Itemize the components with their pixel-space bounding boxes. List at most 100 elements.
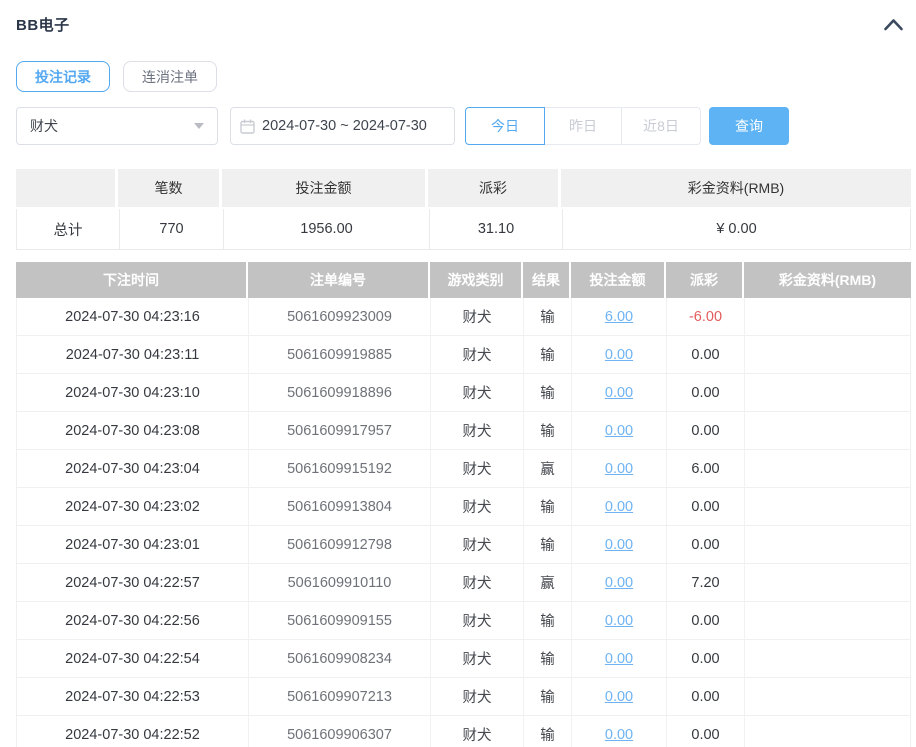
range-today-button[interactable]: 今日 xyxy=(465,107,545,145)
summary-total-bet-amount: 1956.00 xyxy=(223,209,429,249)
bet-amount-link[interactable]: 0.00 xyxy=(605,499,633,515)
table-row: 2024-07-30 04:22:56 5061609909155 财犬 输 0… xyxy=(17,602,910,640)
chevron-up-icon xyxy=(883,19,904,34)
bet-amount-link[interactable]: 0.00 xyxy=(605,613,633,629)
bet-amount-link[interactable]: 0.00 xyxy=(605,347,633,363)
bet-amount-cell: 0.00 xyxy=(571,526,666,563)
bet-time-cell: 2024-07-30 04:22:53 xyxy=(17,678,248,715)
result-cell: 输 xyxy=(523,488,571,525)
result-cell: 输 xyxy=(523,678,571,715)
payout-cell: 0.00 xyxy=(666,336,744,373)
game-type-cell: 财犬 xyxy=(430,336,523,373)
order-id-cell: 5061609918896 xyxy=(248,374,430,411)
bet-amount-cell: 0.00 xyxy=(571,640,666,677)
result-cell: 输 xyxy=(523,298,571,335)
table-row: 2024-07-30 04:22:57 5061609910110 财犬 赢 0… xyxy=(17,564,910,602)
order-id-cell: 5061609907213 xyxy=(248,678,430,715)
bonus-cell xyxy=(744,488,910,525)
game-type-cell: 财犬 xyxy=(430,564,523,601)
bet-records-panel: BB电子 投注记录 连消注单 财犬 xyxy=(0,0,916,747)
game-select[interactable]: 财犬 xyxy=(16,107,218,145)
bet-amount-cell: 0.00 xyxy=(571,678,666,715)
payout-cell: 6.00 xyxy=(666,450,744,487)
tab-bet-records[interactable]: 投注记录 xyxy=(16,61,110,92)
summary-total-payout: 31.10 xyxy=(429,209,562,249)
col-bonus: 彩金资料(RMB) xyxy=(744,262,911,298)
game-select-value: 财犬 xyxy=(30,116,58,136)
bet-amount-cell: 0.00 xyxy=(571,488,666,525)
payout-cell: 0.00 xyxy=(666,640,744,677)
bonus-cell xyxy=(744,450,910,487)
bonus-cell xyxy=(744,716,910,747)
bet-amount-cell: 0.00 xyxy=(571,336,666,373)
panel-title: BB电子 xyxy=(16,14,70,35)
bet-amount-cell: 0.00 xyxy=(571,374,666,411)
game-type-cell: 财犬 xyxy=(430,412,523,449)
col-result: 结果 xyxy=(523,262,571,298)
game-type-cell: 财犬 xyxy=(430,488,523,525)
bet-amount-link[interactable]: 0.00 xyxy=(605,575,633,591)
bet-time-cell: 2024-07-30 04:23:02 xyxy=(17,488,248,525)
bet-time-cell: 2024-07-30 04:23:11 xyxy=(17,336,248,373)
bet-amount-link[interactable]: 0.00 xyxy=(605,461,633,477)
bet-table-header: 下注时间 注单编号 游戏类别 结果 投注金额 派彩 彩金资料(RMB) xyxy=(16,262,911,298)
tab-cancelled-orders[interactable]: 连消注单 xyxy=(123,61,217,92)
bet-amount-cell: 0.00 xyxy=(571,564,666,601)
table-row: 2024-07-30 04:23:04 5061609915192 财犬 赢 0… xyxy=(17,450,910,488)
table-row: 2024-07-30 04:23:11 5061609919885 财犬 输 0… xyxy=(17,336,910,374)
bet-time-cell: 2024-07-30 04:22:57 xyxy=(17,564,248,601)
payout-cell: 0.00 xyxy=(666,374,744,411)
payout-cell: -6.00 xyxy=(666,298,744,335)
bonus-cell xyxy=(744,564,910,601)
bet-amount-link[interactable]: 0.00 xyxy=(605,727,633,743)
bet-amount-link[interactable]: 0.00 xyxy=(605,651,633,667)
bonus-cell xyxy=(744,298,910,335)
result-cell: 输 xyxy=(523,716,571,747)
payout-cell: 7.20 xyxy=(666,564,744,601)
table-row: 2024-07-30 04:23:02 5061609913804 财犬 输 0… xyxy=(17,488,910,526)
result-cell: 赢 xyxy=(523,564,571,601)
table-row: 2024-07-30 04:23:01 5061609912798 财犬 输 0… xyxy=(17,526,910,564)
payout-cell: 0.00 xyxy=(666,488,744,525)
range-yesterday-button[interactable]: 昨日 xyxy=(544,107,622,145)
order-id-cell: 5061609906307 xyxy=(248,716,430,747)
payout-cell: 0.00 xyxy=(666,716,744,747)
bet-time-cell: 2024-07-30 04:23:10 xyxy=(17,374,248,411)
bet-amount-link[interactable]: 0.00 xyxy=(605,385,633,401)
bet-amount-link[interactable]: 0.00 xyxy=(605,423,633,439)
collapse-button[interactable] xyxy=(883,18,904,31)
payout-cell: 0.00 xyxy=(666,602,744,639)
bet-amount-link[interactable]: 0.00 xyxy=(605,537,633,553)
summary-col-blank xyxy=(16,169,118,207)
query-button[interactable]: 查询 xyxy=(709,107,789,145)
game-type-cell: 财犬 xyxy=(430,374,523,411)
bonus-cell xyxy=(744,640,910,677)
result-cell: 输 xyxy=(523,526,571,563)
bet-table-body: 2024-07-30 04:23:16 5061609923009 财犬 输 6… xyxy=(16,298,911,747)
result-cell: 输 xyxy=(523,602,571,639)
bet-amount-cell: 0.00 xyxy=(571,602,666,639)
order-id-cell: 5061609917957 xyxy=(248,412,430,449)
summary-table-header: 笔数 投注金额 派彩 彩金资料(RMB) xyxy=(16,169,911,207)
table-row: 2024-07-30 04:22:52 5061609906307 财犬 输 0… xyxy=(17,716,910,747)
order-id-cell: 5061609923009 xyxy=(248,298,430,335)
bonus-cell xyxy=(744,678,910,715)
date-range-input[interactable]: 2024-07-30 ~ 2024-07-30 xyxy=(230,107,455,145)
game-type-cell: 财犬 xyxy=(430,526,523,563)
record-type-tabs: 投注记录 连消注单 xyxy=(16,61,911,92)
bet-time-cell: 2024-07-30 04:23:04 xyxy=(17,450,248,487)
range-last8days-button[interactable]: 近8日 xyxy=(621,107,701,145)
bet-amount-link[interactable]: 0.00 xyxy=(605,689,633,705)
order-id-cell: 5061609909155 xyxy=(248,602,430,639)
bet-amount-link[interactable]: 6.00 xyxy=(605,309,633,325)
bonus-cell xyxy=(744,412,910,449)
table-row: 2024-07-30 04:22:53 5061609907213 财犬 输 0… xyxy=(17,678,910,716)
result-cell: 输 xyxy=(523,412,571,449)
game-type-cell: 财犬 xyxy=(430,450,523,487)
payout-cell: 0.00 xyxy=(666,526,744,563)
bet-time-cell: 2024-07-30 04:23:16 xyxy=(17,298,248,335)
bet-time-cell: 2024-07-30 04:23:08 xyxy=(17,412,248,449)
bet-records-table: 下注时间 注单编号 游戏类别 结果 投注金额 派彩 彩金资料(RMB) 2024… xyxy=(16,262,911,747)
table-row: 2024-07-30 04:23:16 5061609923009 财犬 输 6… xyxy=(17,298,910,336)
bonus-cell xyxy=(744,336,910,373)
